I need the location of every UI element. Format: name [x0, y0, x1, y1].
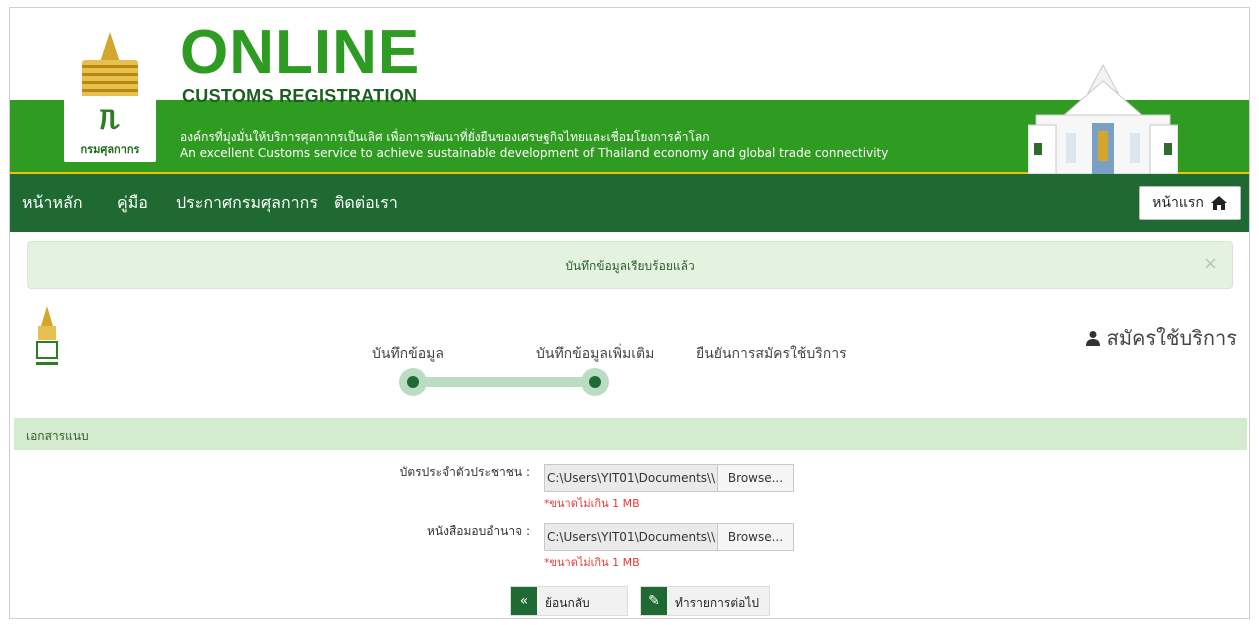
first-page-button-label: หน้าแรก — [1152, 195, 1204, 211]
back-button-label: ย้อนกลับ — [545, 596, 590, 610]
nav-item-home[interactable]: หน้าหลัก — [22, 191, 83, 216]
step-progress-line — [412, 377, 598, 387]
authorization-letter-label: หนังสือมอบอำนาจ : — [426, 524, 530, 538]
attachments-section-header: เอกสารแนบ — [14, 418, 1247, 450]
double-chevron-left-icon: « — [511, 587, 537, 615]
alert-message: บันทึกข้อมูลเรียบร้อยแล้ว — [565, 259, 695, 273]
step-dot-1 — [399, 368, 427, 396]
logo-caption: กรมศุลกากร — [80, 143, 140, 156]
small-customs-logo — [36, 306, 58, 365]
next-button[interactable]: ✎ ทำรายการต่อไป — [640, 586, 770, 616]
section-title: เอกสารแนบ — [26, 429, 89, 443]
authorization-letter-size-hint: *ขนาดไม่เกิน 1 MB — [544, 556, 640, 569]
user-icon — [1085, 331, 1100, 346]
authorization-letter-file-path: C:\Users\YIT01\Documents\\ — [545, 524, 717, 550]
success-alert: บันทึกข้อมูลเรียบร้อยแล้ว × — [27, 241, 1233, 289]
step-label-3: ยืนยันการสมัครใช้บริการ — [696, 346, 847, 362]
register-label: สมัครใช้บริการ — [1106, 326, 1237, 350]
page-frame: ᥰ กรมศุลกากร ONLINE CUSTOMS REGISTRATION… — [9, 7, 1250, 619]
next-button-label: ทำรายการต่อไป — [675, 596, 759, 610]
tagline-thai: องค์กรที่มุ่งมั่นให้บริการศุลกากรเป็นเลิ… — [180, 130, 710, 144]
customs-logo: ᥰ กรมศุลกากร — [64, 28, 156, 162]
first-page-button[interactable]: หน้าแรก — [1139, 186, 1241, 220]
authorization-letter-file-input[interactable]: C:\Users\YIT01\Documents\\ Browse... — [544, 523, 794, 551]
id-card-size-hint: *ขนาดไม่เกิน 1 MB — [544, 497, 640, 510]
id-card-label: บัตรประจำตัวประชาชน : — [399, 465, 530, 479]
id-card-browse-button[interactable]: Browse... — [717, 465, 793, 491]
back-button[interactable]: « ย้อนกลับ — [510, 586, 628, 616]
step-label-1: บันทึกข้อมูล — [372, 346, 444, 362]
home-icon — [1210, 196, 1227, 210]
customs-building-image — [1028, 63, 1178, 174]
nav-item-manual[interactable]: คู่มือ — [117, 191, 148, 216]
tagline-english: An excellent Customs service to achieve … — [180, 146, 889, 160]
header-banner: ᥰ กรมศุลกากร ONLINE CUSTOMS REGISTRATION… — [10, 8, 1249, 174]
authorization-letter-browse-button[interactable]: Browse... — [717, 524, 793, 550]
site-subtitle: CUSTOMS REGISTRATION — [182, 86, 418, 106]
site-title: ONLINE — [180, 18, 421, 87]
nav-item-announcements[interactable]: ประกาศกรมศุลกากร — [176, 191, 318, 216]
nav-item-contact[interactable]: ติดต่อเรา — [334, 191, 398, 216]
register-heading: สมัครใช้บริการ — [1085, 322, 1237, 354]
id-card-file-path: C:\Users\YIT01\Documents\\ — [545, 465, 717, 491]
close-icon[interactable]: × — [1203, 254, 1218, 274]
id-card-file-input[interactable]: C:\Users\YIT01\Documents\\ Browse... — [544, 464, 794, 492]
main-nav: หน้าหลัก คู่มือ ประกาศกรมศุลกากร ติดต่อเ… — [10, 174, 1249, 232]
step-label-2: บันทึกข้อมูลเพิ่มเติม — [536, 346, 655, 362]
step-dot-2 — [581, 368, 609, 396]
edit-doc-icon: ✎ — [641, 587, 667, 615]
